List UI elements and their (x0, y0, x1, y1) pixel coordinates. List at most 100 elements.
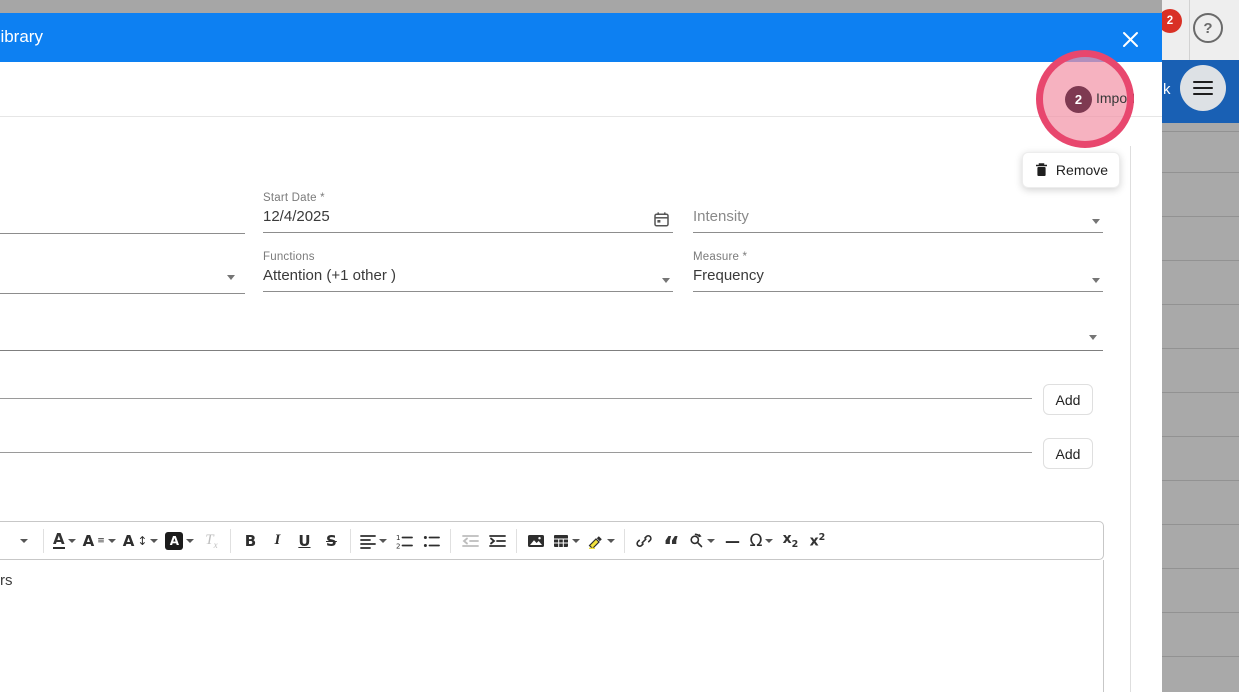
cutoff-select-underline (0, 293, 245, 294)
add-button[interactable]: Add (1043, 438, 1093, 469)
start-date-field[interactable]: Start Date * 12/4/2025 (263, 192, 673, 233)
editor-text-fragment: rs (0, 572, 13, 589)
bullet-list-button[interactable] (418, 526, 444, 556)
remove-format-button[interactable]: Tx (198, 526, 224, 556)
insert-image-button[interactable] (523, 526, 549, 556)
background-table-rows (1162, 123, 1239, 692)
intensity-select[interactable]: Intensity (693, 192, 1103, 233)
start-date-label: Start Date * (263, 192, 325, 204)
bold-button[interactable]: B (237, 526, 263, 556)
table-icon (554, 534, 569, 547)
close-icon[interactable] (1118, 27, 1142, 51)
modal-header: Library (0, 13, 1162, 62)
help-icon[interactable]: ? (1193, 13, 1223, 43)
superscript-button[interactable]: x2 (804, 526, 830, 556)
app-topbar: 2 ? (1158, 0, 1239, 60)
bullet-list-icon (423, 535, 440, 547)
numbered-list-button[interactable]: 1 2 (391, 526, 417, 556)
link-icon (636, 534, 653, 547)
line-height-icon: A (122, 531, 135, 550)
font-color-icon: A (53, 530, 65, 549)
chevron-down-icon (20, 538, 28, 543)
highlight-button[interactable] (584, 526, 618, 556)
image-icon (528, 534, 545, 547)
background-color-button[interactable]: A (162, 526, 197, 556)
font-size-button[interactable]: A ≡ (80, 526, 119, 556)
chevron-down-icon (67, 538, 76, 543)
svg-text:1: 1 (396, 534, 400, 542)
add-row-underline (0, 398, 1032, 399)
outdent-button[interactable] (457, 526, 483, 556)
remove-label: Remove (1055, 162, 1109, 178)
measure-select[interactable]: Measure * Frequency (693, 251, 1103, 292)
wide-empty-select[interactable] (0, 313, 1103, 351)
horizontal-line-icon: — (724, 531, 740, 550)
functions-value: Attention (+1 other ) (263, 267, 396, 284)
underline-button[interactable]: U (291, 526, 317, 556)
svg-text:2: 2 (396, 542, 400, 549)
editor-content-area[interactable]: rs (0, 560, 1104, 692)
subscript-button[interactable]: x2 (777, 526, 803, 556)
italic-button[interactable]: I (264, 526, 290, 556)
bold-icon: B (244, 531, 257, 550)
align-left-icon (360, 534, 377, 549)
start-date-value[interactable]: 12/4/2025 (263, 208, 330, 225)
modal-title: Library (0, 27, 43, 46)
cutoff-select-arrow-icon[interactable] (227, 275, 235, 280)
strikethrough-button[interactable]: S (318, 526, 344, 556)
insert-table-button[interactable] (550, 526, 583, 556)
add-button[interactable]: Add (1043, 384, 1093, 415)
cutoff-field-underline (0, 233, 245, 234)
click-indicator-ring (1036, 50, 1134, 148)
chevron-down-icon (186, 538, 195, 543)
nav-text-fragment: k (1163, 81, 1171, 98)
calendar-icon[interactable] (653, 211, 670, 228)
chevron-down-icon (107, 538, 116, 543)
underline-icon: U (298, 531, 311, 550)
chevron-down-icon (1092, 219, 1100, 224)
chevron-down-icon (572, 538, 581, 543)
chevron-down-icon (379, 538, 388, 543)
blockquote-button[interactable]: “ (658, 526, 684, 560)
font-size-icon: A (82, 531, 95, 550)
outdent-icon (462, 534, 479, 547)
chevron-down-icon (1092, 278, 1100, 283)
modal-action-bar (0, 62, 1162, 117)
chevron-down-icon (150, 538, 159, 543)
content-panel-edge (1130, 146, 1131, 692)
functions-label: Functions (263, 251, 315, 263)
indent-icon (489, 534, 506, 547)
measure-label: Measure * (693, 251, 748, 263)
special-characters-button[interactable]: Ω (746, 526, 776, 556)
topbar-divider (1189, 0, 1190, 60)
trash-icon (1035, 163, 1047, 176)
chevron-down-icon (765, 538, 774, 543)
subscript-icon: x2 (782, 531, 799, 550)
heading-dropdown-button[interactable] (11, 526, 37, 556)
find-replace-icon (690, 533, 703, 547)
functions-select[interactable]: Functions Attention (+1 other ) (263, 251, 673, 292)
library-modal: Library Remove Start Date * 12/4/2025 (0, 13, 1162, 692)
indent-button[interactable] (484, 526, 510, 556)
text-align-button[interactable] (357, 526, 390, 556)
line-height-button[interactable]: A ↕ (120, 526, 162, 556)
dimmed-backdrop-strip (0, 0, 1162, 13)
highlighter-icon (589, 535, 603, 549)
app-nav-bar: k (1162, 60, 1239, 123)
chevron-down-icon (707, 538, 716, 543)
numbered-list-icon: 1 2 (396, 534, 413, 549)
remove-button[interactable]: Remove (1022, 152, 1120, 188)
help-glyph: ? (1203, 19, 1213, 37)
chevron-down-icon (1089, 335, 1097, 340)
font-color-button[interactable]: A (50, 526, 79, 556)
link-button[interactable] (631, 526, 657, 556)
horizontal-line-button[interactable]: — (719, 526, 745, 556)
chevron-down-icon (607, 538, 616, 543)
add-row-underline (0, 452, 1032, 453)
chevron-down-icon (662, 278, 670, 283)
omega-icon: Ω (749, 530, 763, 551)
background-app-column: 2 ? k (1158, 0, 1239, 692)
editor-toolbar: A A ≡ A ↕ A Tx B I U S 1 2 “ — Ω x2 x2 (0, 521, 1104, 560)
find-replace-button[interactable] (685, 526, 718, 556)
hamburger-menu-button[interactable] (1180, 65, 1226, 111)
